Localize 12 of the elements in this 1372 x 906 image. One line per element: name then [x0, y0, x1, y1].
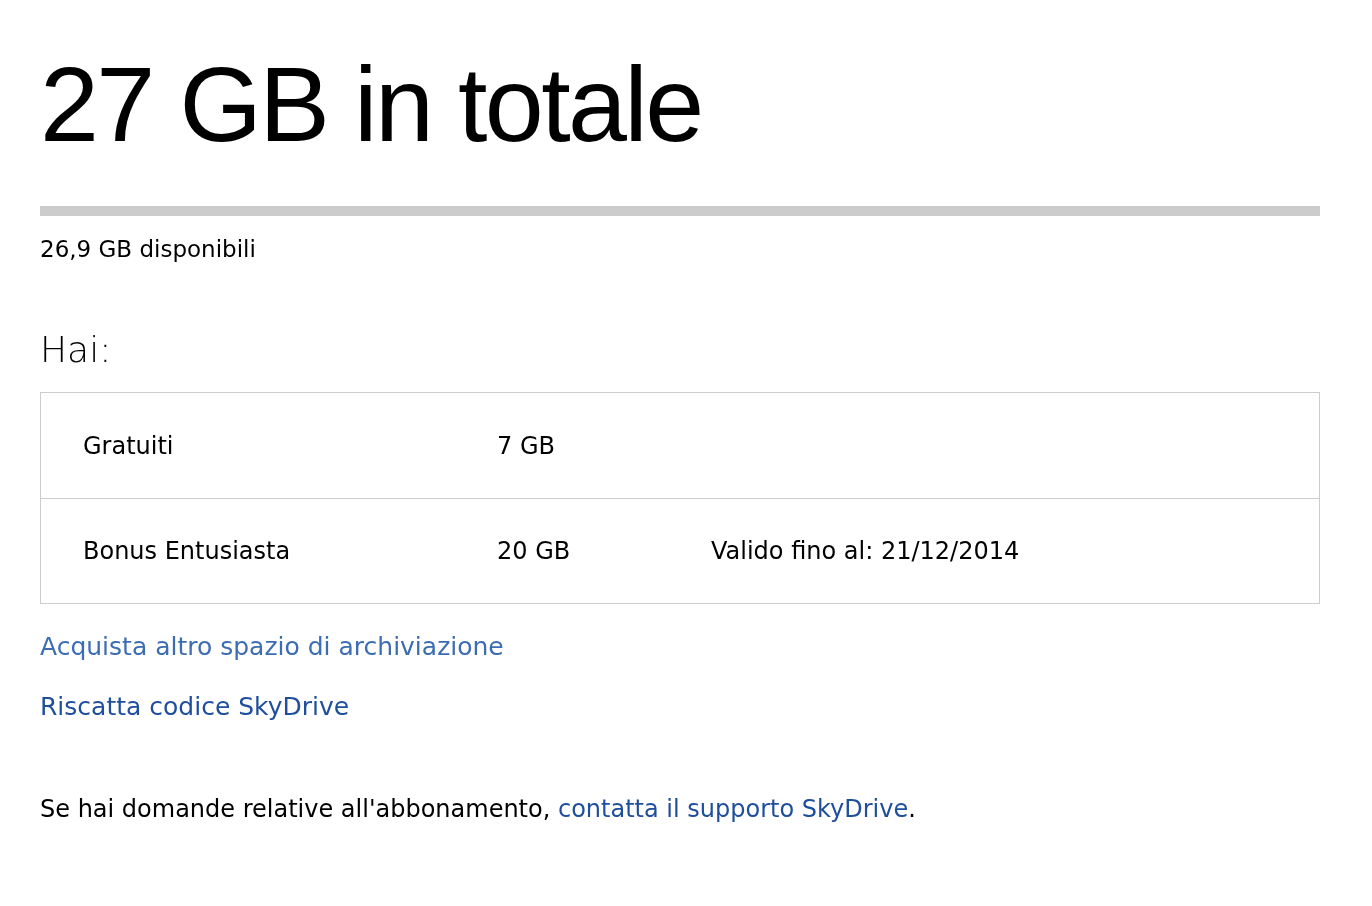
page-title: 27 GB in totale [40, 44, 702, 164]
plans-heading: Hai: [40, 328, 112, 372]
link[interactable]: Riscatta codice SkyDrive [40, 690, 350, 724]
table-cell: 20 GB [497, 537, 571, 565]
link[interactable]: Acquista altro spazio di archiviazione [40, 630, 504, 664]
support-link[interactable]: contatta il supporto SkyDrive [557, 795, 909, 823]
table-cell: Gratuiti [83, 431, 174, 460]
table-cell: Bonus Entusiasta [83, 537, 291, 565]
support-note: Se hai domande relative all'abbonamento, contatta il supporto SkyDrive. [40, 794, 916, 825]
available-space-text: 26,9 GB disponibili [40, 235, 256, 264]
table-cell: Valido fino al: 21/12/2014 [711, 537, 1020, 565]
table-cell: 7 GB [497, 431, 555, 460]
